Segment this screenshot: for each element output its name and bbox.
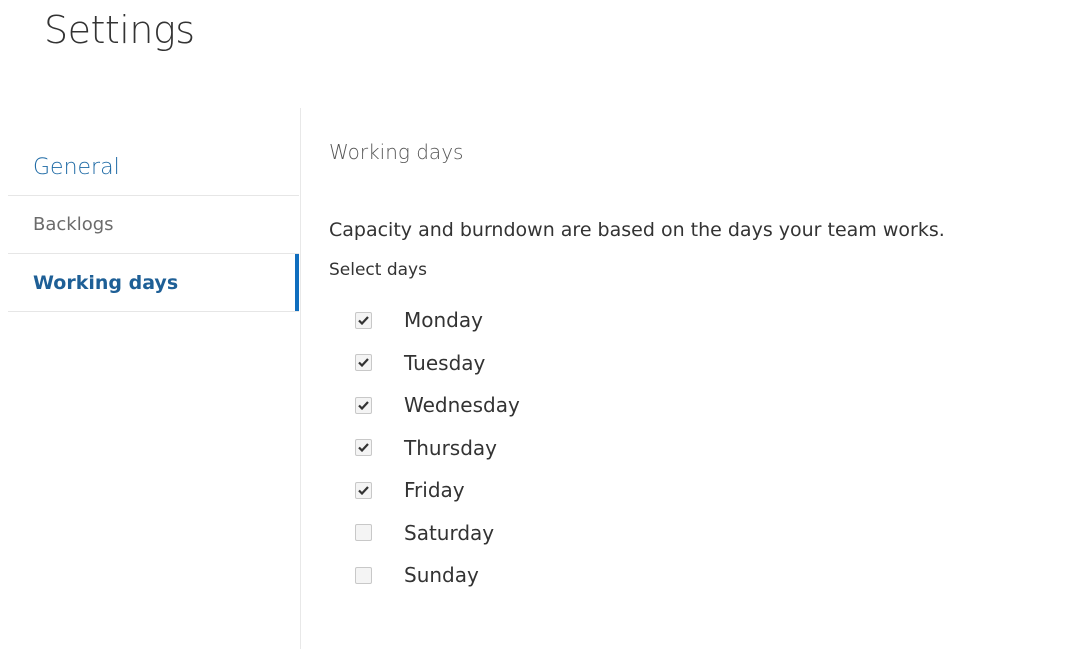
description-text: Capacity and burndown are based on the d… — [329, 219, 945, 241]
sidebar-item-label: Backlogs — [33, 214, 114, 235]
sidebar-item-general[interactable]: General — [8, 140, 299, 196]
checkmark-icon — [358, 486, 369, 495]
section-title: Working days — [329, 140, 464, 164]
day-option-wednesday[interactable]: Wednesday — [355, 384, 1069, 427]
settings-sidebar: General Backlogs Working days — [8, 140, 299, 312]
select-days-label: Select days — [329, 260, 427, 280]
sidebar-item-working-days[interactable]: Working days — [8, 254, 299, 312]
day-label: Saturday — [404, 520, 495, 545]
days-list: Monday Tuesday Wednesday Thursday Friday — [355, 299, 1069, 597]
vertical-divider — [300, 108, 301, 649]
checkbox-thursday[interactable] — [355, 439, 372, 457]
day-label: Friday — [404, 478, 465, 503]
checkbox-tuesday[interactable] — [355, 354, 372, 372]
day-option-sunday[interactable]: Sunday — [355, 554, 1069, 597]
checkbox-sunday[interactable] — [355, 566, 372, 584]
day-label: Wednesday — [404, 393, 520, 418]
checkmark-icon — [358, 316, 369, 325]
checkmark-icon — [358, 443, 369, 453]
working-days-panel: Working days Capacity and burndown are b… — [329, 140, 1069, 597]
day-label: Thursday — [404, 435, 497, 460]
day-option-tuesday[interactable]: Tuesday — [355, 342, 1069, 385]
checkmark-icon — [358, 358, 369, 368]
checkbox-wednesday[interactable] — [355, 396, 372, 414]
checkbox-saturday[interactable] — [355, 524, 372, 542]
page-title: Settings — [44, 8, 195, 52]
day-label: Sunday — [404, 563, 479, 588]
checkmark-icon — [358, 401, 369, 410]
checkbox-friday[interactable] — [355, 481, 372, 499]
checkbox-monday[interactable] — [355, 311, 372, 329]
day-option-saturday[interactable]: Saturday — [355, 512, 1069, 555]
day-label: Monday — [404, 308, 483, 333]
sidebar-item-label: General — [33, 155, 120, 180]
day-option-friday[interactable]: Friday — [355, 469, 1069, 512]
sidebar-item-label: Working days — [33, 271, 179, 294]
day-label: Tuesday — [404, 350, 486, 375]
day-option-monday[interactable]: Monday — [355, 299, 1069, 342]
sidebar-item-backlogs[interactable]: Backlogs — [8, 196, 299, 254]
day-option-thursday[interactable]: Thursday — [355, 427, 1069, 470]
